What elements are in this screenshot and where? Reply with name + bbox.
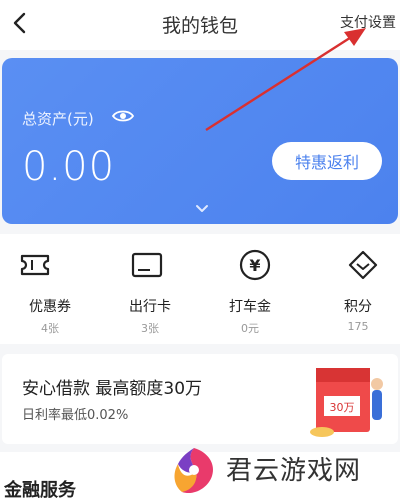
nav-bar: 我的钱包 支付设置 [0,0,400,50]
yen-icon: ¥ [239,249,271,281]
card-icon [131,252,163,278]
quick-item-count: 175 [347,320,369,333]
payment-settings-link[interactable]: 支付设置 [340,12,396,32]
diamond-icon [348,250,378,280]
watermark-logo-icon [174,448,214,494]
quick-item-label: 优惠券 [29,299,71,315]
loan-illustration: 30万 [310,368,383,437]
quick-item-points[interactable]: 积分 175 [300,234,400,344]
loan-banner[interactable]: 安心借款 最高额度30万 日利率最低0.02% 30万 [2,354,398,444]
quick-item-label: 出行卡 [129,299,171,315]
section-title: 金融服务 [4,480,76,501]
quick-item-travel-card[interactable]: 出行卡 3张 [100,234,200,344]
eye-icon[interactable] [112,108,134,124]
loan-rate: 日利率最低0.02% [22,408,129,423]
quick-item-taxi-credit[interactable]: ¥ 打车金 0元 [200,234,300,344]
quick-item-coupon[interactable]: 优惠券 4张 [0,234,100,344]
chevron-down-icon[interactable] [194,204,210,214]
loan-title: 安心借款 最高额度30万 [22,379,203,399]
wallet-page: 我的钱包 支付设置 总资产(元) 0.00 特惠返利 优惠券 4张 出行卡 3张… [0,0,400,504]
coupon-icon [20,254,50,276]
quick-item-label: 打车金 [229,299,271,315]
loan-badge-text: 30万 [330,401,355,414]
site-watermark: 君云游戏网 [160,440,400,504]
total-assets-card: 总资产(元) 0.00 特惠返利 [2,58,398,224]
total-assets-label: 总资产(元) [22,110,94,128]
quick-item-count: 0元 [241,322,259,335]
quick-item-count: 3张 [141,322,159,335]
quick-item-count: 4张 [41,322,59,335]
quick-item-label: 积分 [344,299,372,315]
watermark-text: 君云游戏网 [226,456,362,486]
quick-entry-grid: 优惠券 4张 出行卡 3张 ¥ 打车金 0元 积分 175 [0,234,400,344]
svg-text:¥: ¥ [249,256,260,275]
total-assets-amount: 0.00 [22,144,116,190]
special-rebate-button[interactable]: 特惠返利 [272,142,382,180]
